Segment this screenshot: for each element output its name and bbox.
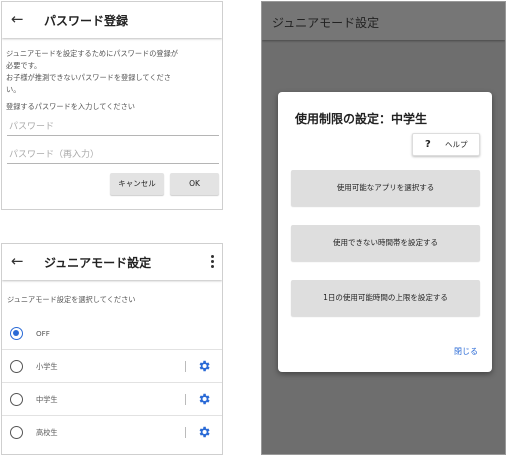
mode-option-elementary[interactable]: 小学生 [2, 350, 222, 383]
radio-unselected-icon[interactable] [10, 393, 23, 406]
description-line: ジュニアモードを設定するためにパスワードの登録が [6, 49, 178, 58]
set-daily-limit-button[interactable]: 1日の使用可能時間の上限を設定する [291, 280, 480, 316]
divider [185, 427, 186, 438]
help-label: ヘルプ [445, 140, 468, 149]
password-reenter-field[interactable]: パスワード（再入力） [7, 148, 219, 164]
divider [185, 394, 186, 405]
restriction-dialog: 使用制限の設定：中学生 ? ヘルプ 使用可能なアプリを選択する 使用できない時間… [278, 92, 492, 372]
page-title: パスワード登録 [44, 14, 129, 28]
dialog-title: 使用制限の設定：中学生 [295, 112, 428, 126]
mode-option-label: 中学生 [36, 395, 58, 404]
page-title: ジュニアモード設定 [272, 16, 380, 30]
usage-restriction-screen: ジュニアモード設定 使用制限の設定：中学生 ? ヘルプ 使用可能なアプリを選択す… [261, 1, 506, 455]
app-bar: ← ジュニアモード設定 [2, 244, 222, 280]
gear-icon[interactable] [197, 359, 211, 373]
mode-option-label: 高校生 [36, 428, 58, 437]
mode-option-off[interactable]: OFF [2, 317, 222, 350]
description-text: ジュニアモードを設定するためにパスワードの登録が 必要です。 お子様が推測できな… [6, 48, 222, 96]
ok-button[interactable]: OK [170, 173, 219, 195]
input-prompt: 登録するパスワードを入力してください [6, 102, 135, 111]
gear-icon[interactable] [197, 425, 211, 439]
description-line: 必要です。 [6, 61, 42, 70]
radio-unselected-icon[interactable] [10, 360, 23, 373]
question-mark-icon: ? [425, 139, 431, 150]
divider [185, 361, 186, 372]
mode-option-high-school[interactable]: 高校生 [2, 416, 222, 449]
app-bar: ← パスワード登録 [2, 2, 222, 38]
back-arrow-icon[interactable]: ← [11, 10, 24, 28]
mode-option-junior-high[interactable]: 中学生 [2, 383, 222, 416]
description-line: い。 [6, 85, 21, 94]
back-arrow-icon[interactable]: ← [11, 252, 24, 270]
select-allowed-apps-button[interactable]: 使用可能なアプリを選択する [291, 170, 480, 206]
gear-icon[interactable] [197, 392, 211, 406]
mode-option-label: OFF [36, 329, 50, 338]
cancel-button[interactable]: キャンセル [110, 173, 164, 195]
overflow-menu-icon[interactable] [211, 255, 214, 270]
radio-selected-icon[interactable] [10, 327, 23, 340]
page-title: ジュニアモード設定 [44, 256, 152, 270]
radio-unselected-icon[interactable] [10, 426, 23, 439]
set-blocked-hours-button[interactable]: 使用できない時間帯を設定する [291, 225, 480, 261]
mode-option-label: 小学生 [36, 362, 58, 371]
description-line: お子様が推測できないパスワードを登録してくださ [6, 73, 171, 82]
password-field[interactable]: パスワード [7, 120, 219, 136]
close-button[interactable]: 閉じる [454, 346, 478, 357]
app-bar: ジュニアモード設定 [262, 2, 505, 40]
password-registration-screen: ← パスワード登録 ジュニアモードを設定するためにパスワードの登録が 必要です。… [1, 1, 223, 210]
help-button[interactable]: ? ヘルプ [412, 133, 480, 156]
junior-mode-screen: ← ジュニアモード設定 ジュニアモード設定を選択してください OFF 小学生 中… [1, 243, 223, 455]
section-subhead: ジュニアモード設定を選択してください [7, 295, 136, 304]
